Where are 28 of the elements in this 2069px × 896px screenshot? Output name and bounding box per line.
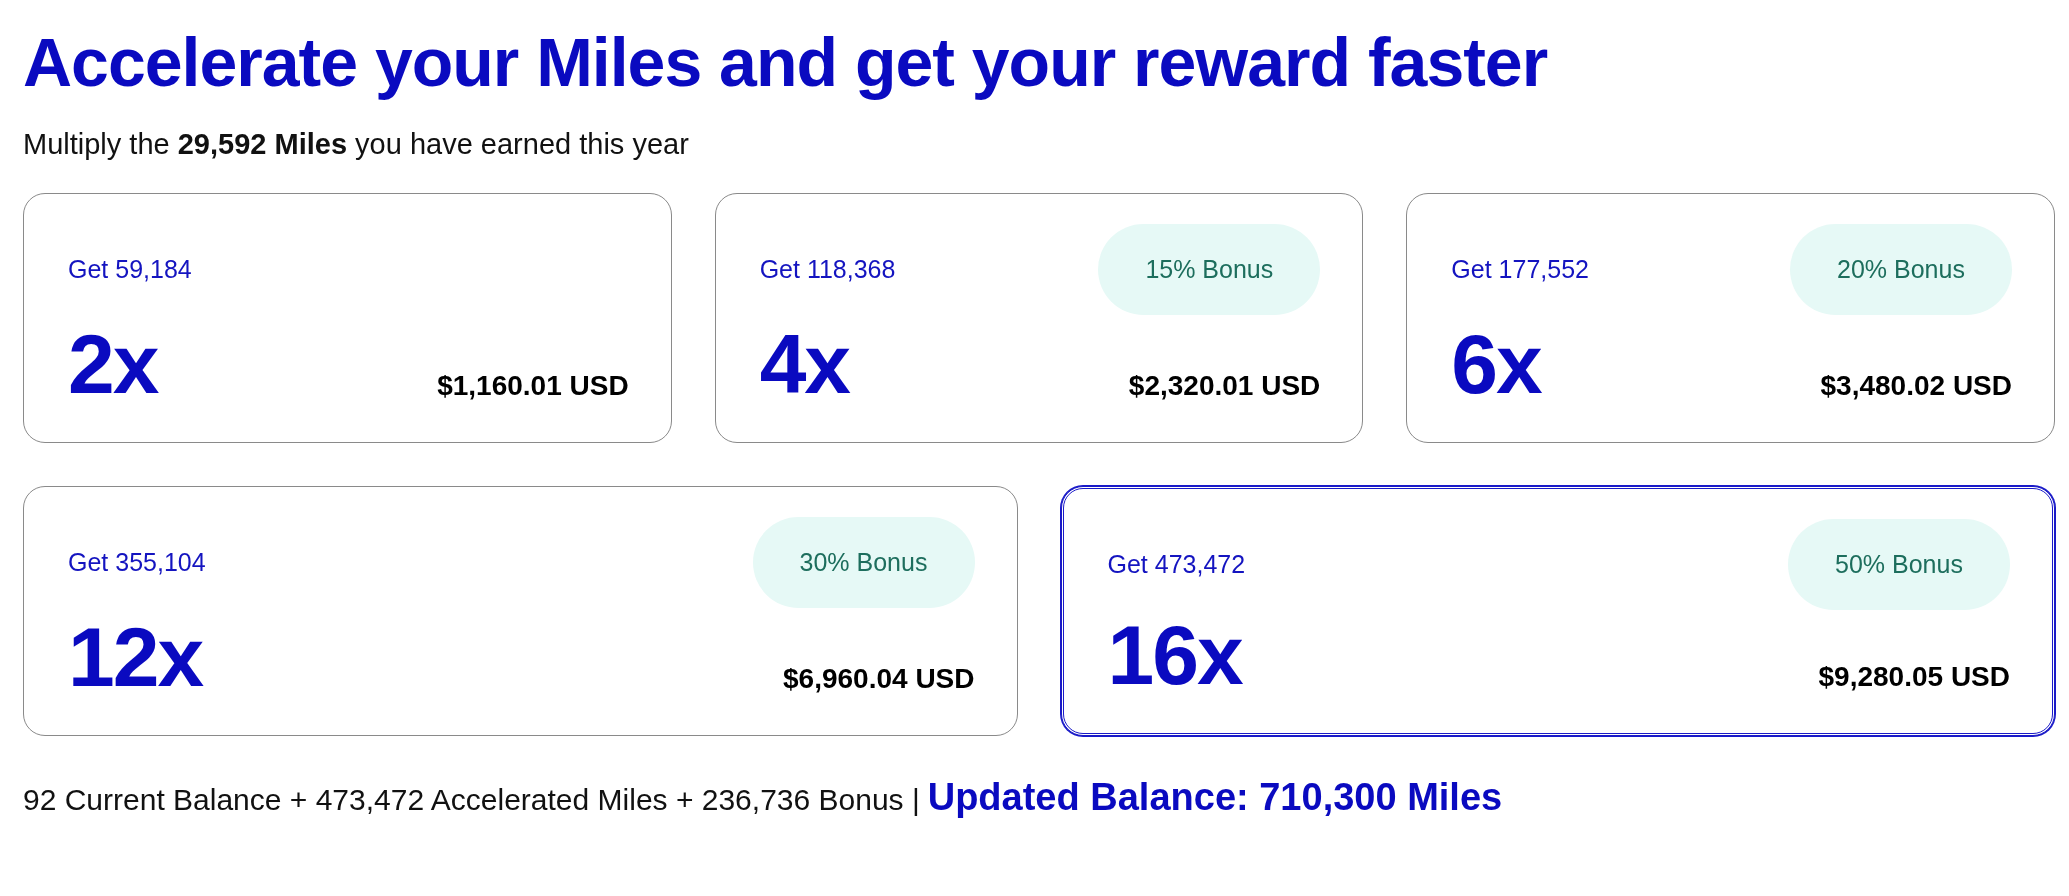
multiplier-option-card[interactable]: Get 118,368 15% Bonus 4x $2,320.01 USD xyxy=(714,193,1364,444)
miles-amount: Get 118,368 xyxy=(759,255,896,285)
subtitle: Multiply the 29,592 Miles you have earned this year xyxy=(23,126,690,162)
price: $6,960.04 USD xyxy=(783,663,975,696)
price: $1,160.01 USD xyxy=(437,370,629,403)
multiplier-value: 4x xyxy=(759,326,850,403)
multiplier-value: 16x xyxy=(1107,617,1242,694)
miles-amount: Get 473,472 xyxy=(1107,550,1246,580)
bonus-badge: 15% Bonus xyxy=(1098,224,1321,316)
multiplier-value: 2x xyxy=(68,326,158,403)
bonus-badge: 30% Bonus xyxy=(752,517,975,609)
miles-amount: Get 59,184 xyxy=(68,255,192,285)
multiplier-option-card[interactable]: Get 355,104 30% Bonus 12x $6,960.04 USD xyxy=(23,486,1018,737)
bonus-badge: 20% Bonus xyxy=(1790,224,2012,316)
page-title: Accelerate your Miles and get your reward faster xyxy=(23,23,1549,102)
price: $2,320.01 USD xyxy=(1128,370,1321,403)
multiplier-option-card[interactable]: Get 177,552 20% Bonus 6x $3,480.02 USD xyxy=(1406,193,2055,444)
balance-breakdown: 92 Current Balance + 473,472 Accelerated Miles + 236,736 Bonus | xyxy=(23,783,920,818)
multiplier-option-card[interactable]: Get 59,184 2x $1,160.01 USD xyxy=(23,193,672,444)
multiplier-value: 6x xyxy=(1451,326,1541,403)
multiplier-value: 12x xyxy=(68,619,203,696)
price: $3,480.02 USD xyxy=(1820,370,2012,403)
multiplier-option-card[interactable]: Get 473,472 50% Bonus 16x $9,280.05 USD xyxy=(1060,486,2055,737)
miles-amount: Get 177,552 xyxy=(1451,255,1589,285)
updated-balance: Updated Balance: 710,300 Miles xyxy=(927,776,1503,820)
miles-amount: Get 355,104 xyxy=(68,548,206,578)
bonus-badge: 50% Bonus xyxy=(1788,519,2010,611)
price: $9,280.05 USD xyxy=(1818,661,2010,694)
